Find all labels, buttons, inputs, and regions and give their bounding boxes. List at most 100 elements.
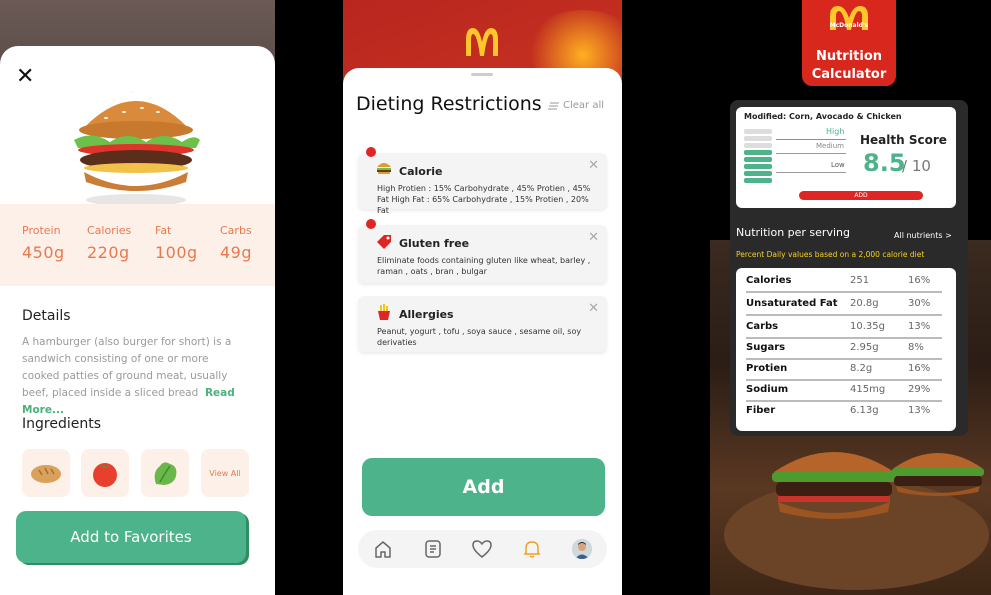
restriction-title: Allergies [399,308,454,321]
tab-profile[interactable] [570,537,594,561]
drag-handle[interactable] [471,73,493,76]
nutrient-value: 10.35g [850,321,885,332]
restriction-title: Calorie [399,165,443,178]
macro-value: 220g [87,243,130,262]
macro-label: Fat [155,224,172,237]
level-low: Low [831,161,845,169]
page-title: Dieting Restrictions [356,93,542,115]
table-row: Fiber 6.13g 13% [746,402,942,423]
details-heading: Details [22,308,71,324]
meter-bar [744,136,772,141]
macro-label: Protein [22,224,61,237]
all-nutrients-link[interactable]: All nutrients > [894,231,952,240]
score-meter [744,129,772,185]
details-description: A hamburger (also burger for short) is a… [22,334,247,419]
add-restriction-button[interactable]: Add [362,458,605,516]
nutrient-value: 8.2g [850,363,873,374]
health-score-max: / 10 [902,157,931,175]
nutrient-value: 2.95g [850,342,879,353]
nutrient-percent: 30% [908,298,931,309]
tomato-icon [93,463,117,487]
macro-fat: Fat 100g [155,224,198,262]
nutrition-panel: Modified: Corn, Avocado & Chicken High M… [730,100,968,436]
nutrient-percent: 13% [908,405,931,416]
bell-icon [524,541,541,558]
close-icon[interactable]: ✕ [16,66,40,90]
table-row: Carbs 10.35g 13% [746,318,942,339]
nutrition-table: Calories 251 16% Unsaturated Fat 20.8g 3… [736,268,956,431]
nutrient-name: Sodium [746,384,789,395]
ingredient-bread[interactable] [22,449,70,497]
nutrient-name: Fiber [746,405,776,416]
level-line [776,139,846,140]
table-row: Sodium 415mg 29% [746,381,942,402]
clear-list-icon [548,102,559,109]
table-row: Calories 251 16% [746,272,942,293]
ingredient-lettuce[interactable] [141,449,189,497]
burger-photo [772,452,896,519]
table-row: Sugars 2.95g 8% [746,339,942,360]
close-icon[interactable]: ✕ [588,301,599,316]
burger-icon [377,163,391,174]
tag-icon [377,235,391,249]
brand-badge: McDonald's Nutrition Calculator [802,0,896,86]
nutrient-value: 6.13g [850,405,879,416]
meter-bar [744,129,772,134]
burger-image [74,91,200,206]
close-icon[interactable]: ✕ [588,230,599,245]
app-title: Nutrition Calculator [811,49,887,82]
nutrient-name: Protien [746,363,788,374]
meter-bar [744,157,772,162]
lettuce-icon [154,462,177,485]
meter-bar [744,150,772,155]
restriction-description: High Protien : 15% Carbohydrate , 45% Pr… [377,184,591,215]
restriction-description: Eliminate foods containing gluten like w… [377,256,591,276]
clear-all-button[interactable]: Clear all [548,100,604,111]
nutrient-name: Calories [746,275,792,286]
restriction-card-allergies[interactable]: Allergies ✕ Peanut, yogurt , tofu , soya… [358,296,607,352]
tab-favorites[interactable] [470,537,494,561]
burger-photo [892,453,984,496]
nutrition-heading: Nutrition per serving [736,226,850,239]
dieting-restrictions-screen: Dieting Restrictions Clear all Calorie ✕… [343,68,622,595]
fries-icon [378,304,390,320]
level-medium: Medium [816,142,844,150]
add-button[interactable]: ADD [799,191,923,200]
add-to-favorites-button[interactable]: Add to Favorites [16,511,246,563]
health-score-title: Health Score [860,133,947,147]
details-body: A hamburger (also burger for short) is a… [22,336,232,399]
restriction-description: Peanut, yogurt , tofu , soya sauce , ses… [377,327,582,347]
nutrient-name: Carbs [746,321,779,332]
food-detail-screen: ✕ Protein 450g Calories 220g Fat 100g Ca… [0,46,275,595]
list-icon [424,540,441,558]
close-icon[interactable]: ✕ [588,158,599,173]
health-score-card: Modified: Corn, Avocado & Chicken High M… [736,107,956,208]
ingredient-tomato[interactable] [81,449,129,497]
nutrient-value: 415mg [850,384,886,395]
meter-bar [744,143,772,148]
nutrient-name: Unsaturated Fat [746,298,838,309]
macro-calories: Calories 220g [87,224,131,262]
bread-icon [31,465,61,483]
person-icon [572,539,593,559]
tab-list[interactable] [421,537,445,561]
avatar [572,539,593,559]
restriction-title: Gluten free [399,237,470,250]
restriction-card-calorie[interactable]: Calorie ✕ High Protien : 15% Carbohydrat… [358,147,607,215]
macro-value: 450g [22,243,65,262]
macro-carbs: Carbs 49g [220,224,252,262]
nutrient-percent: 16% [908,275,931,286]
restriction-card-gluten-free[interactable]: Gluten free ✕ Eliminate foods containing… [358,219,607,283]
level-line [776,153,846,154]
macro-value: 100g [155,243,198,262]
view-all-ingredients[interactable]: View All [201,449,249,497]
level-line [776,172,846,173]
nutrient-percent: 16% [908,363,931,374]
level-high: High [826,127,845,136]
macro-protein: Protein 450g [22,224,65,262]
tab-notifications[interactable] [520,537,544,561]
nutrient-percent: 8% [908,342,924,353]
heart-icon [472,540,493,558]
meter-bar [744,171,772,176]
tab-home[interactable] [371,537,395,561]
